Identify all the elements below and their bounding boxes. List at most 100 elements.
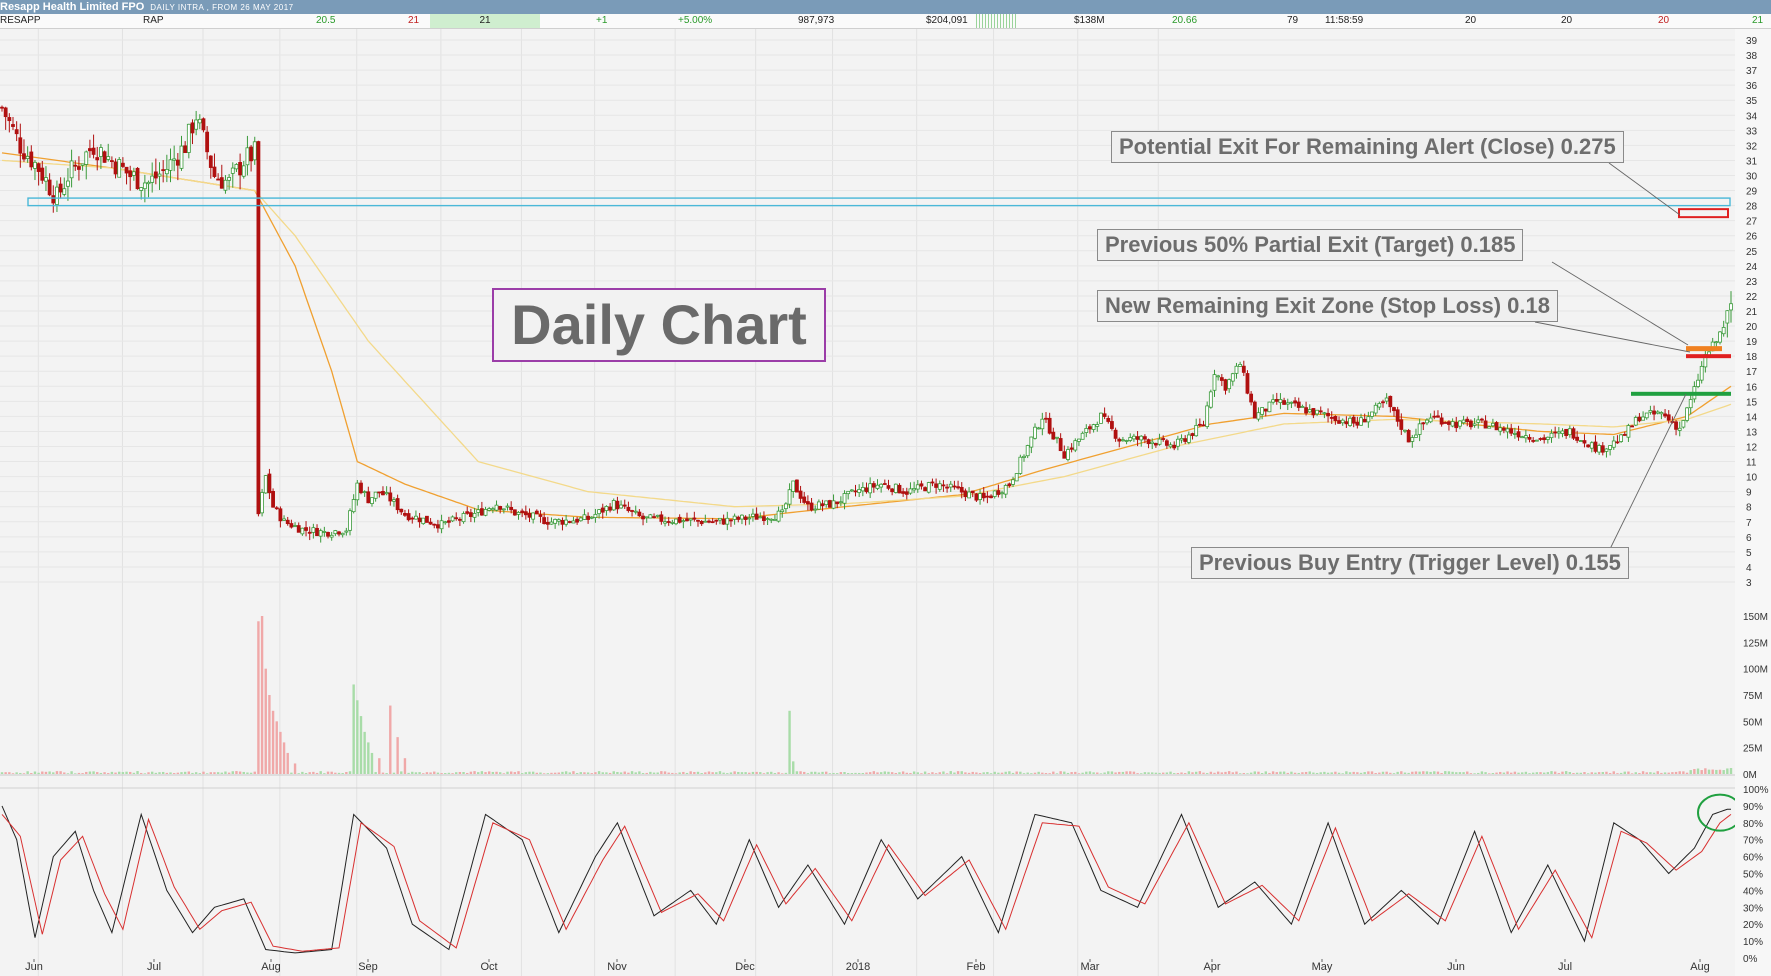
candle-body [652, 516, 656, 518]
candle-body [1626, 425, 1631, 438]
candle-body [29, 151, 34, 168]
volume-bar [1722, 770, 1725, 774]
volume-bar [52, 772, 55, 774]
volume-bar [1506, 771, 1509, 774]
volume-bar [1052, 771, 1055, 774]
candle-body [238, 162, 243, 176]
candle-body [1549, 432, 1554, 439]
volume-bar [817, 772, 821, 774]
candle-body [1439, 417, 1444, 425]
volume-bar [956, 771, 960, 774]
volume-bar [1363, 772, 1366, 774]
candle-body [157, 173, 162, 177]
volume-bar [1418, 771, 1421, 774]
volume-bar [1176, 773, 1180, 774]
chart-area[interactable]: 3456789101112131415161718192021222324252… [0, 29, 1771, 976]
stoch-tick-label: 60% [1743, 853, 1763, 864]
volume-bar [1352, 771, 1355, 774]
volume-bar [1689, 770, 1692, 774]
volume-bar [1165, 772, 1169, 774]
price-tick-label: 31 [1746, 156, 1758, 167]
candle-body [7, 117, 12, 122]
volume-bar [1301, 772, 1304, 774]
candle-body [765, 518, 770, 520]
volume-bar [1015, 771, 1018, 774]
volume-bar [964, 772, 967, 774]
candle-body [1659, 412, 1664, 415]
quote-bid: 20.5 [316, 15, 336, 26]
volume-bar [139, 772, 143, 774]
candle-body [758, 516, 763, 519]
volume-bar [781, 773, 784, 774]
x-tick-label: May [1312, 961, 1333, 973]
candle-body [1271, 399, 1276, 403]
volume-bar [1183, 773, 1187, 774]
candle-body [908, 488, 913, 494]
candle-body [1117, 438, 1122, 442]
price-tick-label: 23 [1746, 277, 1758, 288]
candle-body [183, 145, 188, 154]
candle-body [91, 147, 96, 155]
volume-bar [1561, 771, 1564, 774]
candle-body [604, 506, 609, 511]
volume-bar [165, 772, 169, 774]
candle-body [1619, 434, 1624, 442]
volume-bar [1502, 772, 1506, 774]
candle-body [362, 491, 367, 494]
volume-bar [85, 771, 88, 774]
candle-body [985, 495, 990, 498]
volume-bar [209, 772, 212, 774]
volume-bar [1726, 768, 1729, 774]
candle-body [436, 524, 440, 529]
volume-bar [1114, 772, 1117, 774]
volume-bar [575, 773, 579, 774]
price-tick-label: 33 [1746, 126, 1758, 137]
price-tick-label: 9 [1746, 488, 1752, 499]
volume-bar [1260, 773, 1264, 774]
candle-body [1036, 427, 1041, 430]
stoch-tick-label: 90% [1743, 802, 1763, 813]
candle-body [809, 502, 814, 511]
candle-body [465, 511, 470, 514]
candle-body [1186, 434, 1191, 443]
candle-body [135, 167, 140, 190]
stoch-tick-label: 20% [1743, 920, 1763, 931]
candle-body [1721, 327, 1726, 335]
candle-body [871, 483, 876, 488]
volume-bar [1590, 772, 1594, 774]
candle-body [304, 527, 308, 531]
volume-bar [242, 771, 245, 774]
volume-bar [1348, 772, 1352, 774]
candle-body [1593, 441, 1598, 452]
candle-body [597, 509, 601, 515]
volume-bar [1499, 771, 1502, 774]
volume-bar [22, 773, 26, 774]
volume-bar [74, 773, 77, 774]
volume-bar [334, 772, 337, 774]
stoch-tick-label: 10% [1743, 937, 1763, 948]
candle-body [120, 162, 125, 167]
candle-body [62, 188, 67, 195]
quote-symbol[interactable]: RESAPP [0, 14, 41, 28]
volume-bar [268, 695, 271, 774]
volume-bar [1107, 771, 1110, 774]
candle-body [1252, 401, 1257, 419]
resistance-zone-box [27, 197, 1731, 207]
volume-bar [806, 773, 810, 774]
price-tick-label: 30 [1746, 172, 1758, 183]
candle-body [315, 527, 319, 537]
candle-body [326, 532, 330, 537]
volume-bar [1125, 771, 1128, 774]
volume-bar [1711, 769, 1714, 774]
volume-bar [1271, 771, 1275, 774]
candle-body [1538, 438, 1543, 440]
candle-body [824, 500, 829, 506]
candle-body [340, 532, 345, 536]
candle-body [1436, 415, 1440, 418]
volume-bar [11, 773, 15, 774]
volume-bar [451, 773, 454, 774]
volume-bar [623, 771, 626, 774]
candle-body [567, 521, 572, 523]
volume-bar [1293, 772, 1297, 774]
volume-bar [1044, 773, 1048, 774]
